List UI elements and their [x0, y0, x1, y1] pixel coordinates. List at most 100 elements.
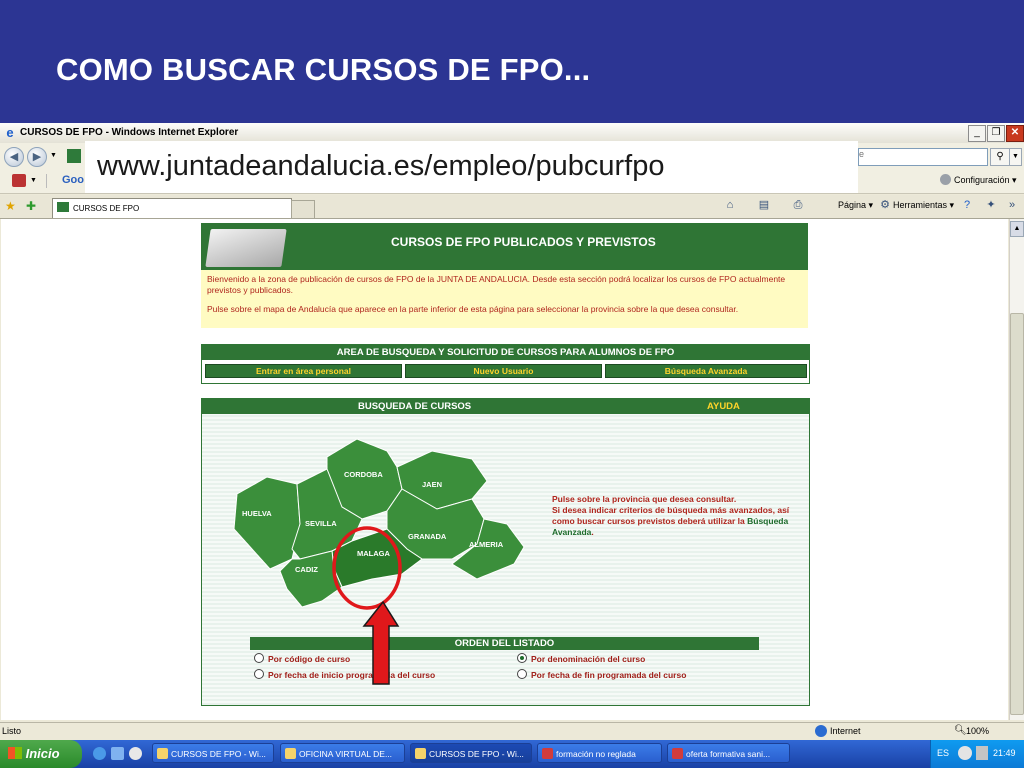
- province-huelva[interactable]: [233, 476, 301, 570]
- province-label-huelva: HUELVA: [242, 509, 272, 518]
- tab-favicon: [57, 202, 69, 212]
- history-dropdown-icon[interactable]: ▼: [50, 152, 57, 159]
- task-oferta-formativa[interactable]: oferta formativa sani...: [667, 743, 790, 763]
- start-label: Inicio: [25, 746, 60, 761]
- course-search-title: BUSQUEDA DE CURSOS: [358, 401, 472, 412]
- quicklaunch-ie-icon[interactable]: [93, 747, 106, 760]
- highlight-circle: [332, 526, 402, 610]
- forward-icon[interactable]: ▶: [27, 147, 47, 167]
- clock: 21:49: [993, 748, 1016, 758]
- window-title: CURSOS DE FPO - Windows Internet Explore…: [20, 127, 239, 138]
- help-tray-icon[interactable]: [958, 746, 972, 760]
- search-icon[interactable]: ⚲: [990, 148, 1010, 166]
- close-button[interactable]: ✕: [1006, 125, 1024, 142]
- expand-icon[interactable]: »: [1005, 198, 1019, 212]
- translate-icon[interactable]: [12, 174, 26, 187]
- course-search-panel: BUSQUEDA DE CURSOS AYUDA CORDOBA JAEN HU…: [201, 398, 810, 706]
- maximize-button[interactable]: ❐: [987, 125, 1005, 142]
- add-favorite-icon[interactable]: ✚: [26, 199, 36, 213]
- ie-logo-icon: e: [6, 125, 14, 140]
- sort-option-end-date[interactable]: Por fecha de fin programada del curso: [517, 669, 686, 680]
- sort-option-label: Por denominación del curso: [531, 654, 646, 664]
- red-arrow-icon: [362, 600, 400, 685]
- task-ie-icon: [285, 748, 296, 759]
- annotation-overlay: [332, 526, 402, 685]
- task-pdf-icon: [542, 748, 553, 759]
- tab-title: CURSOS DE FPO: [73, 204, 140, 213]
- help-link[interactable]: AYUDA: [707, 401, 740, 412]
- map-help-text: Pulse sobre la provincia que desea consu…: [552, 494, 792, 538]
- minimize-button[interactable]: _: [968, 125, 986, 142]
- task-label: OFICINA VIRTUAL DE...: [299, 749, 393, 759]
- new-user-button[interactable]: Nuevo Usuario: [405, 364, 602, 378]
- task-pdf-icon: [672, 748, 683, 759]
- toolbar-divider: [46, 174, 47, 188]
- task-cursos-fpo-2[interactable]: CURSOS DE FPO - Wi...: [410, 743, 532, 763]
- search-dropdown-icon[interactable]: ▼: [1009, 148, 1022, 166]
- language-indicator[interactable]: ES: [937, 748, 949, 758]
- newspapers-image: [205, 229, 287, 267]
- slide-title: COMO BUSCAR CURSOS DE FPO...: [56, 52, 591, 87]
- new-tab-button[interactable]: [291, 200, 315, 218]
- quicklaunch-desktop-icon[interactable]: [111, 747, 124, 760]
- search-area-panel: AREA DE BUSQUEDA Y SOLICITUD DE CURSOS P…: [201, 344, 810, 384]
- map-help-line-1: Pulse sobre la provincia que desea consu…: [552, 494, 737, 504]
- radio-button[interactable]: [254, 653, 264, 663]
- research-icon[interactable]: ✦: [984, 198, 998, 212]
- radio-button[interactable]: [254, 669, 264, 679]
- settings-menu[interactable]: Configuración ▾: [940, 174, 1017, 186]
- gear-icon: [940, 174, 951, 185]
- feeds-icon[interactable]: ▤: [757, 198, 771, 212]
- task-cursos-fpo-1[interactable]: CURSOS DE FPO - Wi...: [152, 743, 274, 763]
- home-icon[interactable]: ⌂: [723, 198, 737, 212]
- google-toolbar-logo[interactable]: Goo: [62, 174, 84, 186]
- taskbar: Inicio CURSOS DE FPO - Wi... OFICINA VIR…: [0, 740, 1024, 768]
- radio-button[interactable]: [517, 669, 527, 679]
- scroll-up-arrow-icon[interactable]: ▲: [1010, 221, 1024, 237]
- security-zone: Internet: [830, 726, 861, 736]
- search-placeholder: e: [859, 149, 865, 159]
- scrollbar-thumb[interactable]: [1010, 313, 1024, 715]
- url-banner: www.juntadeandalucia.es/empleo/pubcurfpo: [85, 141, 858, 193]
- radio-button-selected[interactable]: [517, 653, 527, 663]
- task-label: CURSOS DE FPO - Wi...: [171, 749, 266, 759]
- task-label: oferta formativa sani...: [686, 749, 771, 759]
- start-button[interactable]: Inicio: [0, 740, 82, 768]
- back-icon[interactable]: ◀: [4, 147, 24, 167]
- intro-text-2: Pulse sobre el mapa de Andalucía que apa…: [207, 304, 739, 314]
- favorites-star-icon[interactable]: ★: [5, 199, 16, 213]
- settings-label: Configuración: [954, 175, 1010, 185]
- sort-option-label: Por fecha de fin programada del curso: [531, 670, 687, 680]
- province-label-jaen: JAEN: [422, 480, 442, 489]
- help-icon[interactable]: ?: [960, 198, 974, 212]
- task-ie-icon: [157, 748, 168, 759]
- province-label-almeria: ALMERIA: [469, 540, 504, 549]
- advanced-search-button[interactable]: Búsqueda Avanzada: [605, 364, 807, 378]
- personal-area-button[interactable]: Entrar en área personal: [205, 364, 402, 378]
- tools-menu-label: Herramientas: [893, 200, 948, 210]
- zoom-level[interactable]: 100%: [966, 726, 989, 736]
- province-label-cadiz: CADIZ: [295, 565, 318, 574]
- task-label: formación no reglada: [556, 749, 636, 759]
- tab-cursos-fpo[interactable]: CURSOS DE FPO: [52, 198, 292, 218]
- page-title: CURSOS DE FPO PUBLICADOS Y PREVISTOS: [391, 235, 656, 249]
- search-area-title: AREA DE BUSQUEDA Y SOLICITUD DE CURSOS P…: [202, 345, 809, 360]
- task-formacion-no-reglada[interactable]: formación no reglada: [537, 743, 662, 763]
- page-menu-label: Página: [838, 200, 867, 210]
- task-oficina-virtual[interactable]: OFICINA VIRTUAL DE...: [280, 743, 405, 763]
- map-help-line-2: Si desea indicar criterios de búsqueda m…: [552, 505, 792, 538]
- sort-option-name[interactable]: Por denominación del curso: [517, 653, 645, 664]
- status-text: Listo: [2, 726, 22, 736]
- intro-text-1: Bienvenido a la zona de publicación de c…: [207, 274, 786, 295]
- network-tray-icon[interactable]: [976, 746, 988, 760]
- map-help-end: .: [591, 527, 594, 537]
- print-icon[interactable]: ⎙: [791, 198, 805, 212]
- search-input[interactable]: e: [858, 148, 988, 166]
- quicklaunch-media-icon[interactable]: [129, 747, 142, 760]
- course-search-header: BUSQUEDA DE CURSOS AYUDA: [202, 399, 809, 414]
- province-label-cordoba: CORDOBA: [344, 470, 383, 479]
- page-menu[interactable]: Página ▾: [838, 200, 873, 211]
- links-dropdown-icon[interactable]: ▼: [30, 177, 37, 184]
- tools-icon: ⚙: [880, 199, 890, 211]
- tools-menu[interactable]: Herramientas ▾: [893, 200, 954, 211]
